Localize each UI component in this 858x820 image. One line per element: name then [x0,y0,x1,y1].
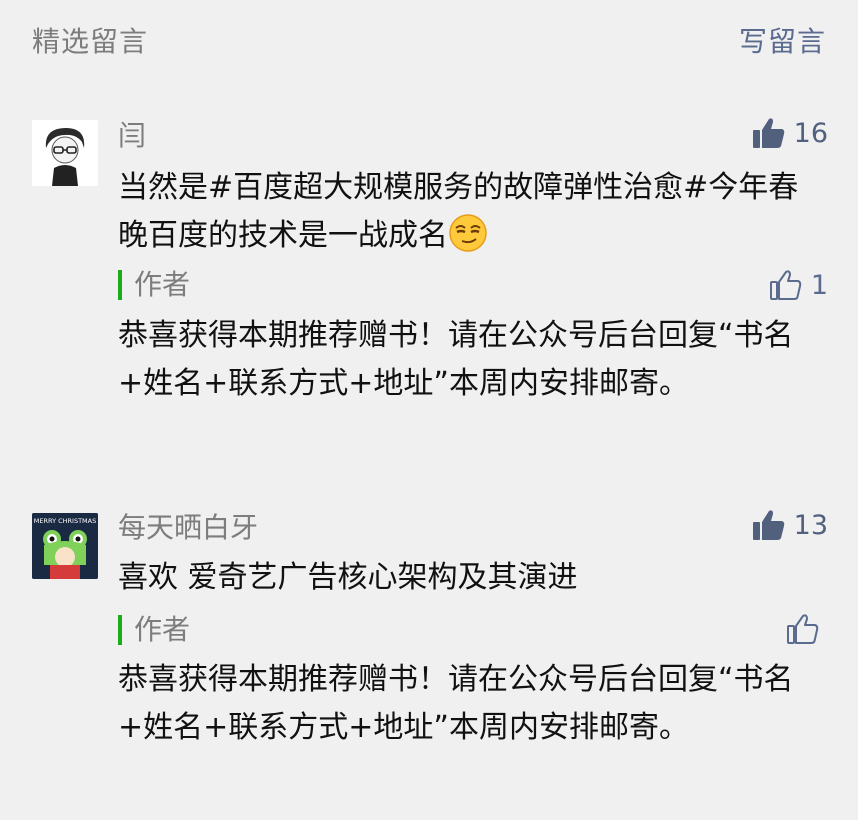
avatar[interactable] [32,120,98,186]
section-title: 精选留言 [32,25,149,58]
write-comment-button[interactable]: 写留言 [739,20,826,60]
reply-like-button[interactable] [786,612,828,646]
comment-nickname: 每天晒白牙 [118,511,259,544]
like-button[interactable]: 13 [752,508,828,542]
comment-nickname: 闫 [118,119,147,152]
thumbs-up-filled-icon [752,118,784,148]
comment-text: 当然是#百度超大规模服务的故障弹性治愈#今年春晚百度的技术是一战成名 [118,170,799,253]
like-count: 16 [793,117,828,149]
reply-like-button[interactable]: 1 [769,268,828,302]
like-button[interactable]: 16 [752,116,828,150]
reply-like-count: 1 [810,269,828,301]
author-reply-label: 作者 [118,615,190,645]
reply-text: 恭喜获得本期推荐赠书！请在公众号后台回复“书名+姓名+联系方式+地址”本周内安排… [118,318,794,401]
avatar[interactable]: MERRY CHRISTMAS [32,513,98,579]
avatar-text: MERRY CHRISTMAS [34,517,97,525]
thumbs-up-outline-icon [769,270,802,300]
thumbs-up-outline-icon [787,614,819,644]
like-count: 13 [793,509,828,541]
comment-text: 喜欢 爱奇艺广告核心架构及其演进 [118,560,578,595]
smirk-emoji-icon [449,214,487,252]
reply-text: 恭喜获得本期推荐赠书！请在公众号后台回复“书名+姓名+联系方式+地址”本周内安排… [118,662,794,745]
comments-header: 精选留言 写留言 [0,0,858,80]
author-reply-label: 作者 [118,270,190,300]
thumbs-up-filled-icon [752,510,784,540]
